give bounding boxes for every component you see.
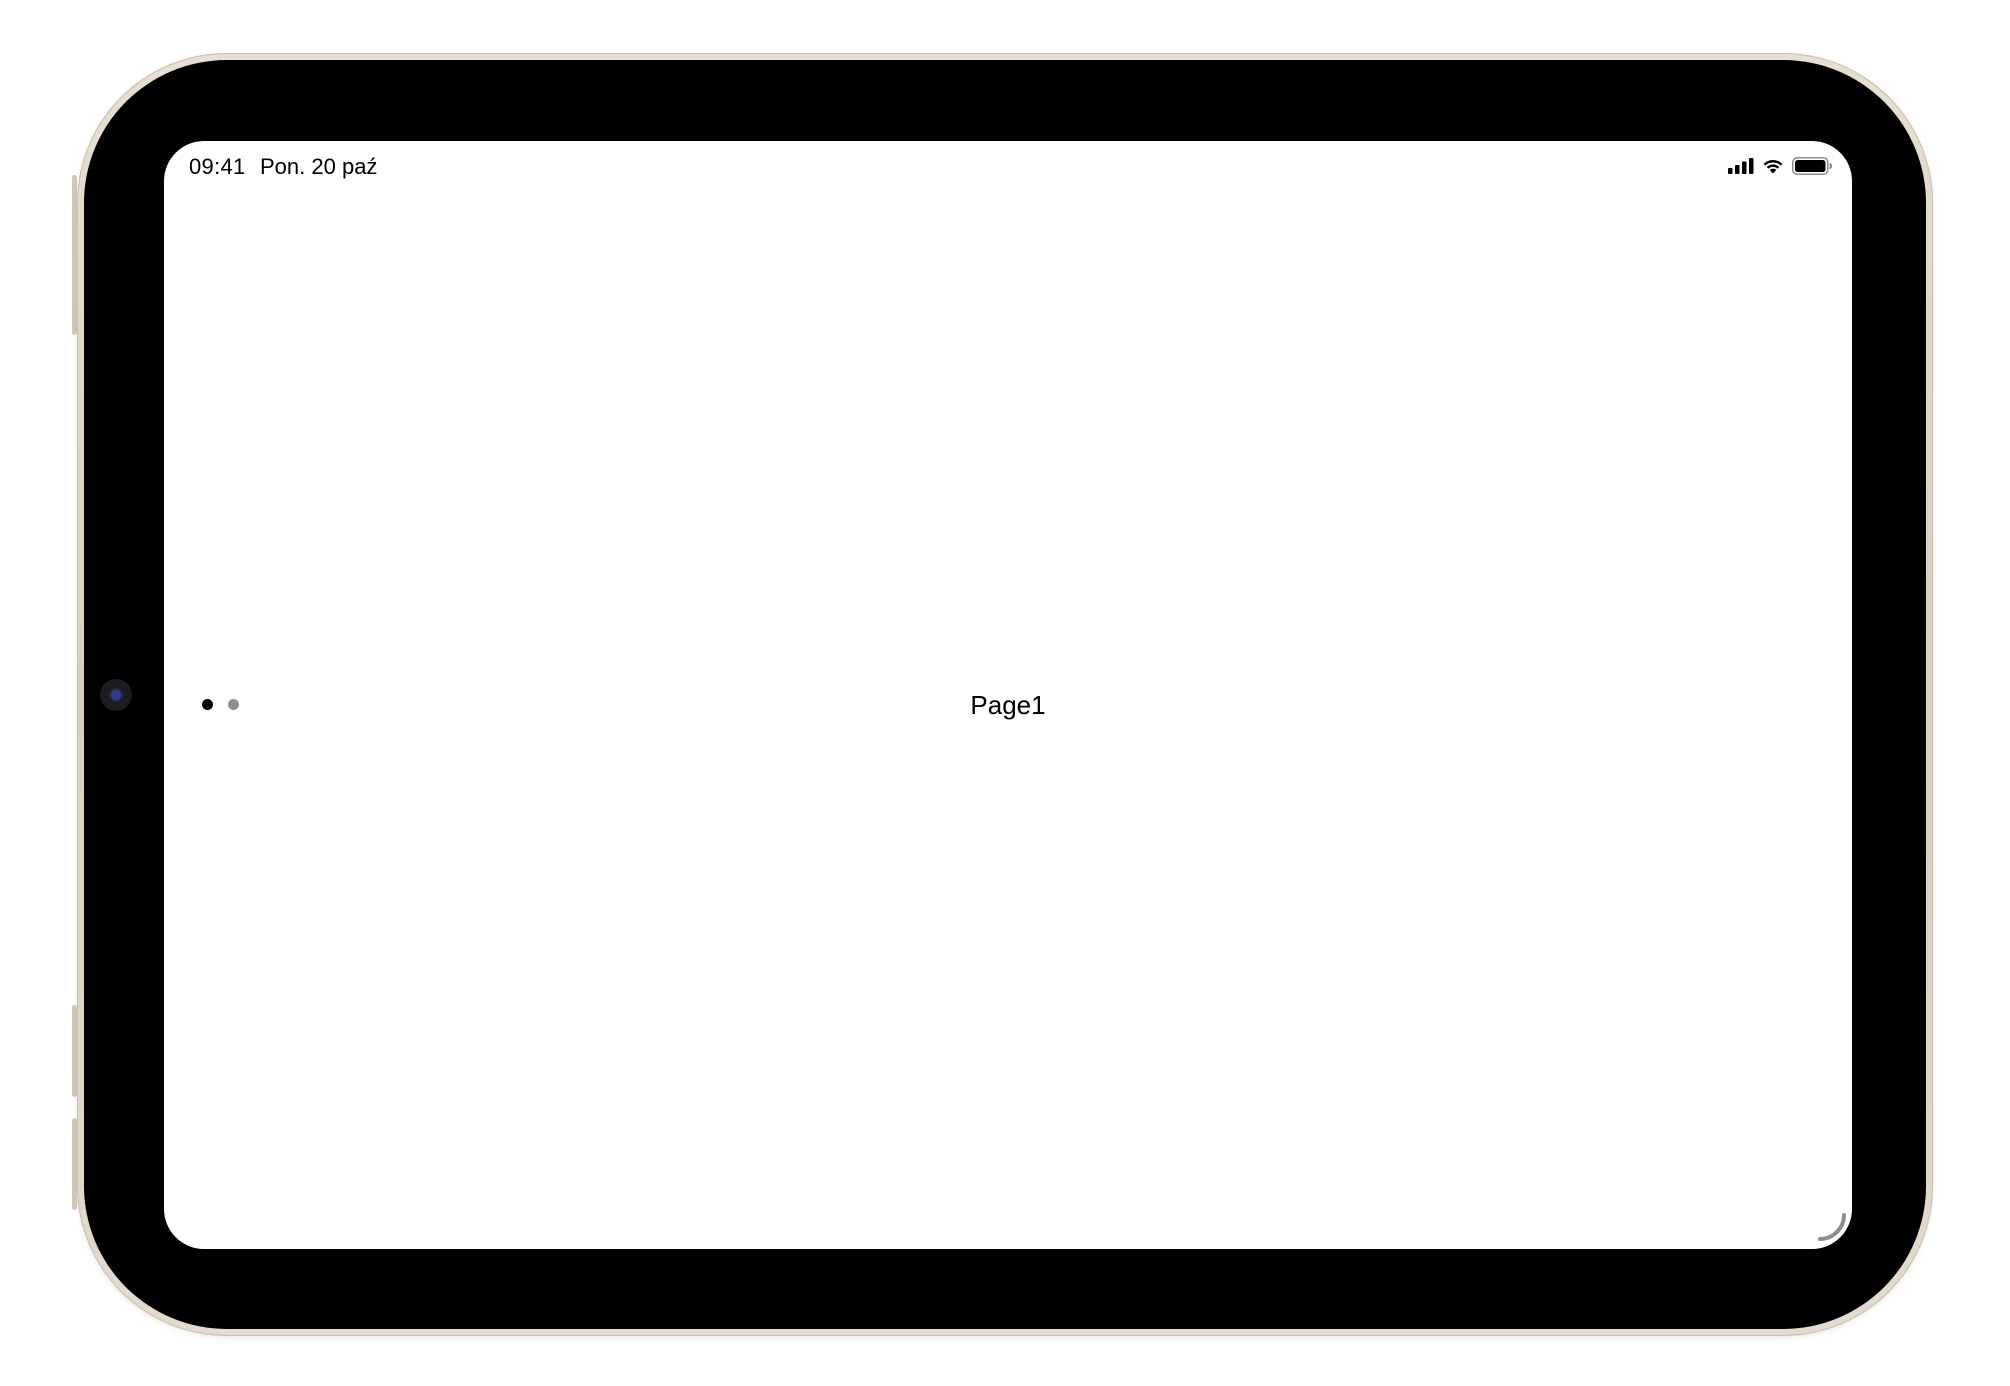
cellular-signal-icon [1728,158,1754,174]
volume-down-button [72,1118,77,1210]
screen: 09:41 Pon. 20 paź Page1 [164,141,1852,1249]
corner-resize-icon [1818,1213,1846,1241]
front-camera [100,679,132,711]
camera-lens [111,690,121,700]
wifi-icon [1763,159,1783,174]
battery-icon [1792,157,1832,175]
status-date: Pon. 20 paź [260,154,378,179]
status-icons [1728,155,1832,177]
volume-up-button [72,1005,77,1097]
page-label: Page1 [970,690,1046,720]
top-button [72,175,77,335]
status-time: 09:41 [189,154,246,179]
